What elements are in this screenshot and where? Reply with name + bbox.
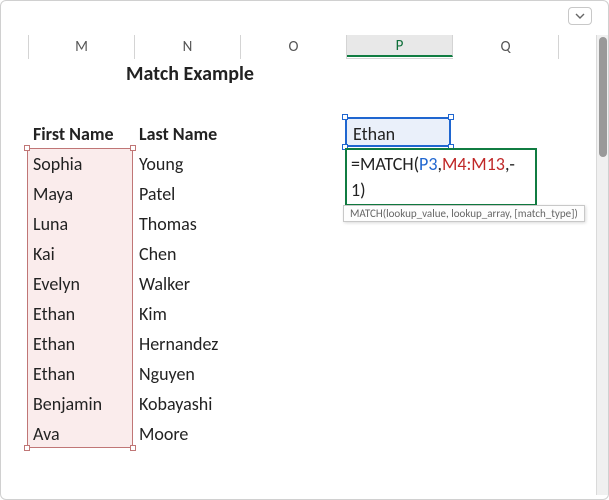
cell-first-name[interactable]: Ava (29, 419, 60, 449)
lookup-handle[interactable] (448, 114, 454, 120)
scroll-thumb[interactable] (599, 37, 607, 157)
spreadsheet-viewport: MNOPQ Match Example First Name Last Name So… (0, 0, 609, 500)
cell-last-name[interactable]: Kobayashi (135, 389, 212, 419)
cell-last-name[interactable]: Moore (135, 419, 188, 449)
select-all-corner[interactable] (1, 35, 29, 59)
header-first-name: First Name (29, 119, 114, 149)
cell-last-name[interactable]: Hernandez (135, 329, 218, 359)
cell-first-name[interactable]: Ethan (29, 299, 75, 329)
column-header-M[interactable]: M (29, 35, 135, 59)
column-header-O[interactable]: O (241, 35, 347, 59)
formula-tooltip: MATCH(lookup_value, lookup_array, [match… (343, 205, 585, 222)
cell-first-name[interactable]: Ethan (29, 329, 75, 359)
column-header-row: MNOPQ (1, 35, 559, 59)
cell-first-name[interactable]: Maya (29, 179, 73, 209)
cell-last-name[interactable]: Patel (135, 179, 175, 209)
cell-last-name[interactable]: Kim (135, 299, 167, 329)
cell-last-name[interactable]: Walker (135, 269, 190, 299)
column-header-N[interactable]: N (135, 35, 241, 59)
cell-last-name[interactable]: Thomas (135, 209, 197, 239)
column-header-Q[interactable]: Q (453, 35, 559, 59)
cell-last-name[interactable]: Chen (135, 239, 176, 269)
cell-first-name[interactable]: Luna (29, 209, 68, 239)
cell-last-name[interactable]: Nguyen (135, 359, 195, 389)
cell-first-name[interactable]: Benjamin (29, 389, 102, 419)
cell-last-name[interactable]: Young (135, 149, 183, 179)
page-title: Match Example (29, 59, 347, 89)
lookup-handle[interactable] (342, 114, 348, 120)
header-last-name: Last Name (135, 119, 217, 149)
cell-first-name[interactable]: Sophia (29, 149, 82, 179)
vertical-scrollbar[interactable] (596, 35, 608, 495)
column-header-P[interactable]: P (347, 35, 453, 57)
lookup-value-text: Ethan (349, 119, 395, 149)
cell-first-name[interactable]: Ethan (29, 359, 75, 389)
formula-text[interactable]: =MATCH(P3,M4:M13,-1) (347, 149, 535, 205)
cell-first-name[interactable]: Kai (29, 239, 55, 269)
ribbon-collapse-button[interactable] (568, 7, 592, 25)
chevron-down-icon (575, 13, 585, 19)
cell-first-name[interactable]: Evelyn (29, 269, 80, 299)
